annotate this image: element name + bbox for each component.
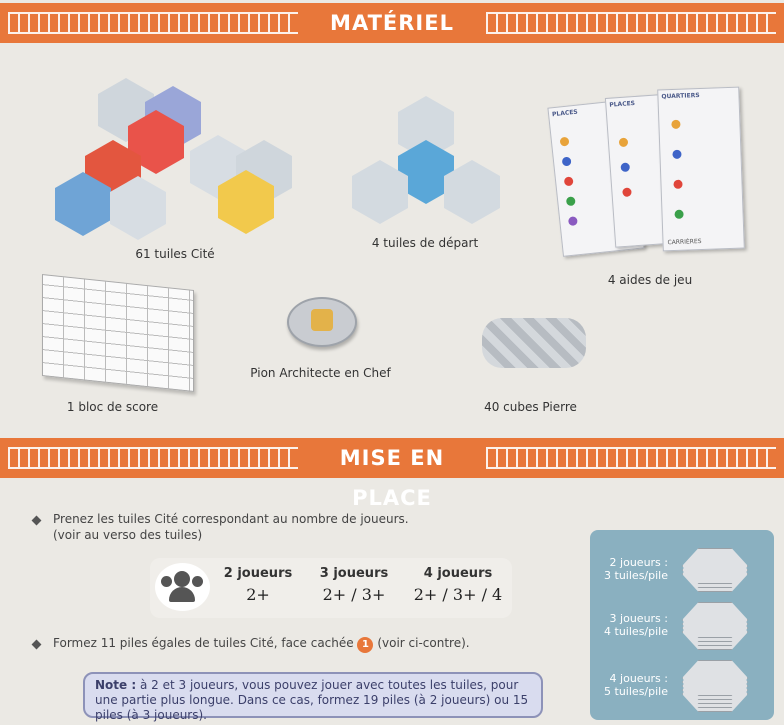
tile-stack-4	[682, 602, 748, 650]
materiel-title: MATÉRIEL	[330, 11, 454, 35]
materiel-banner: MATÉRIEL	[0, 3, 784, 43]
step1-line1: Prenez les tuiles Cité correspondant au …	[53, 512, 409, 526]
cubes-caption: 40 cubes Pierre	[484, 400, 577, 414]
mise-title: MISE EN PLACE	[339, 446, 445, 510]
players-icon	[155, 563, 210, 611]
piles-panel: 2 joueurs : 3 tuiles/pile 3 joueurs : 4 …	[590, 530, 774, 720]
bloc-caption: 1 bloc de score	[66, 400, 159, 414]
panel-row-1-line1: 2 joueurs :	[609, 556, 668, 569]
player-value-4: 2+ / 3+ / 4	[413, 585, 503, 604]
tiles-depart-caption: 4 tuiles de départ	[371, 236, 479, 250]
aides-caption: 4 aides de jeu	[607, 273, 693, 287]
step-badge: 1	[357, 637, 374, 653]
tiles-cite-caption: 61 tuiles Cité	[135, 247, 215, 261]
player-label-4: 4 joueurs	[423, 566, 493, 581]
panel-row-3-line2: 5 tuiles/pile	[604, 685, 668, 698]
panel-row-3-line1: 4 joueurs :	[609, 672, 668, 685]
player-value-2: 2+	[246, 585, 270, 604]
bullet-2	[31, 639, 42, 650]
greek-key-right	[486, 12, 776, 34]
step1-line2: (voir au verso des tuiles)	[53, 528, 203, 542]
panel-row-1-line2: 3 tuiles/pile	[604, 569, 668, 582]
player-label-2: 2 joueurs	[223, 566, 293, 581]
tile-stack-5	[682, 660, 748, 712]
temple-icon	[311, 309, 333, 331]
note-box: Note : à 2 et 3 joueurs, vous pouvez jou…	[83, 672, 543, 722]
note-label: Note :	[95, 678, 137, 692]
note-text: à 2 et 3 joueurs, vous pouvez jouer avec…	[95, 678, 529, 722]
panel-row-2-line2: 4 tuiles/pile	[604, 625, 668, 638]
score-pad-illustration	[42, 274, 194, 392]
stone-cubes-illustration	[472, 306, 596, 380]
mise-banner: MISE EN PLACE	[0, 438, 784, 510]
pion-token	[287, 297, 357, 347]
greek-key-left	[8, 447, 298, 469]
step2-text: Formez 11 piles égales de tuiles Cité, f…	[53, 636, 470, 653]
bullet-1	[31, 515, 42, 526]
pion-caption: Pion Architecte en Chef	[250, 366, 391, 380]
panel-row-2-line1: 3 joueurs :	[609, 612, 668, 625]
greek-key-left	[8, 12, 298, 34]
tile-stack-3	[682, 548, 748, 592]
greek-key-right	[486, 447, 776, 469]
player-label-3: 3 joueurs	[319, 566, 389, 581]
player-value-3: 2+ / 3+	[322, 585, 386, 604]
